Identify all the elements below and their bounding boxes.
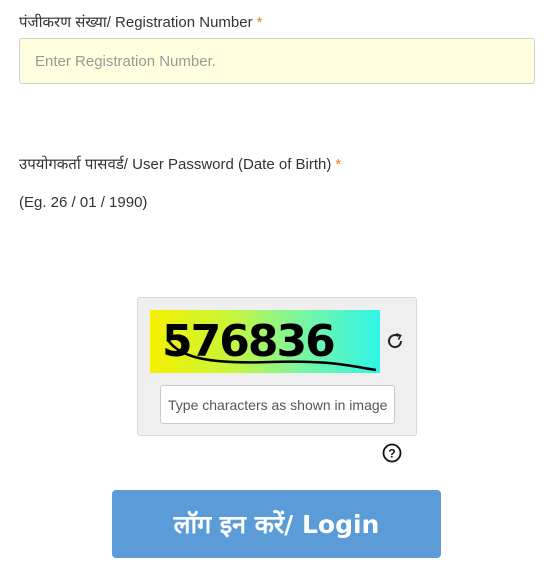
login-button[interactable]: लॉग इन करें/ Login — [112, 490, 441, 558]
registration-number-label: पंजीकरण संख्या/ Registration Number * — [19, 12, 262, 32]
user-password-label-text: उपयोगकर्ता पासवर्ड/ User Password (Date … — [19, 156, 332, 173]
password-format-hint: (Eg. 26 / 01 / 1990) — [19, 194, 148, 211]
registration-number-input[interactable] — [19, 38, 535, 84]
question-circle-icon[interactable]: ? — [382, 443, 402, 463]
captcha-characters: 576836 — [162, 316, 334, 367]
refresh-icon[interactable] — [385, 331, 405, 351]
required-asterisk: * — [256, 14, 263, 31]
required-asterisk: * — [335, 156, 342, 173]
captcha-image: 576836 — [150, 310, 380, 373]
captcha-image-graphic: 576836 — [162, 316, 377, 372]
captcha-input[interactable] — [160, 385, 395, 424]
login-form: पंजीकरण संख्या/ Registration Number* उपय… — [0, 0, 553, 566]
svg-text:?: ? — [388, 447, 395, 461]
captcha-panel: 576836 — [137, 297, 417, 436]
registration-number-label-text: पंजीकरण संख्या/ Registration Number — [19, 14, 253, 31]
user-password-label: उपयोगकर्ता पासवर्ड/ User Password (Date … — [19, 154, 341, 174]
